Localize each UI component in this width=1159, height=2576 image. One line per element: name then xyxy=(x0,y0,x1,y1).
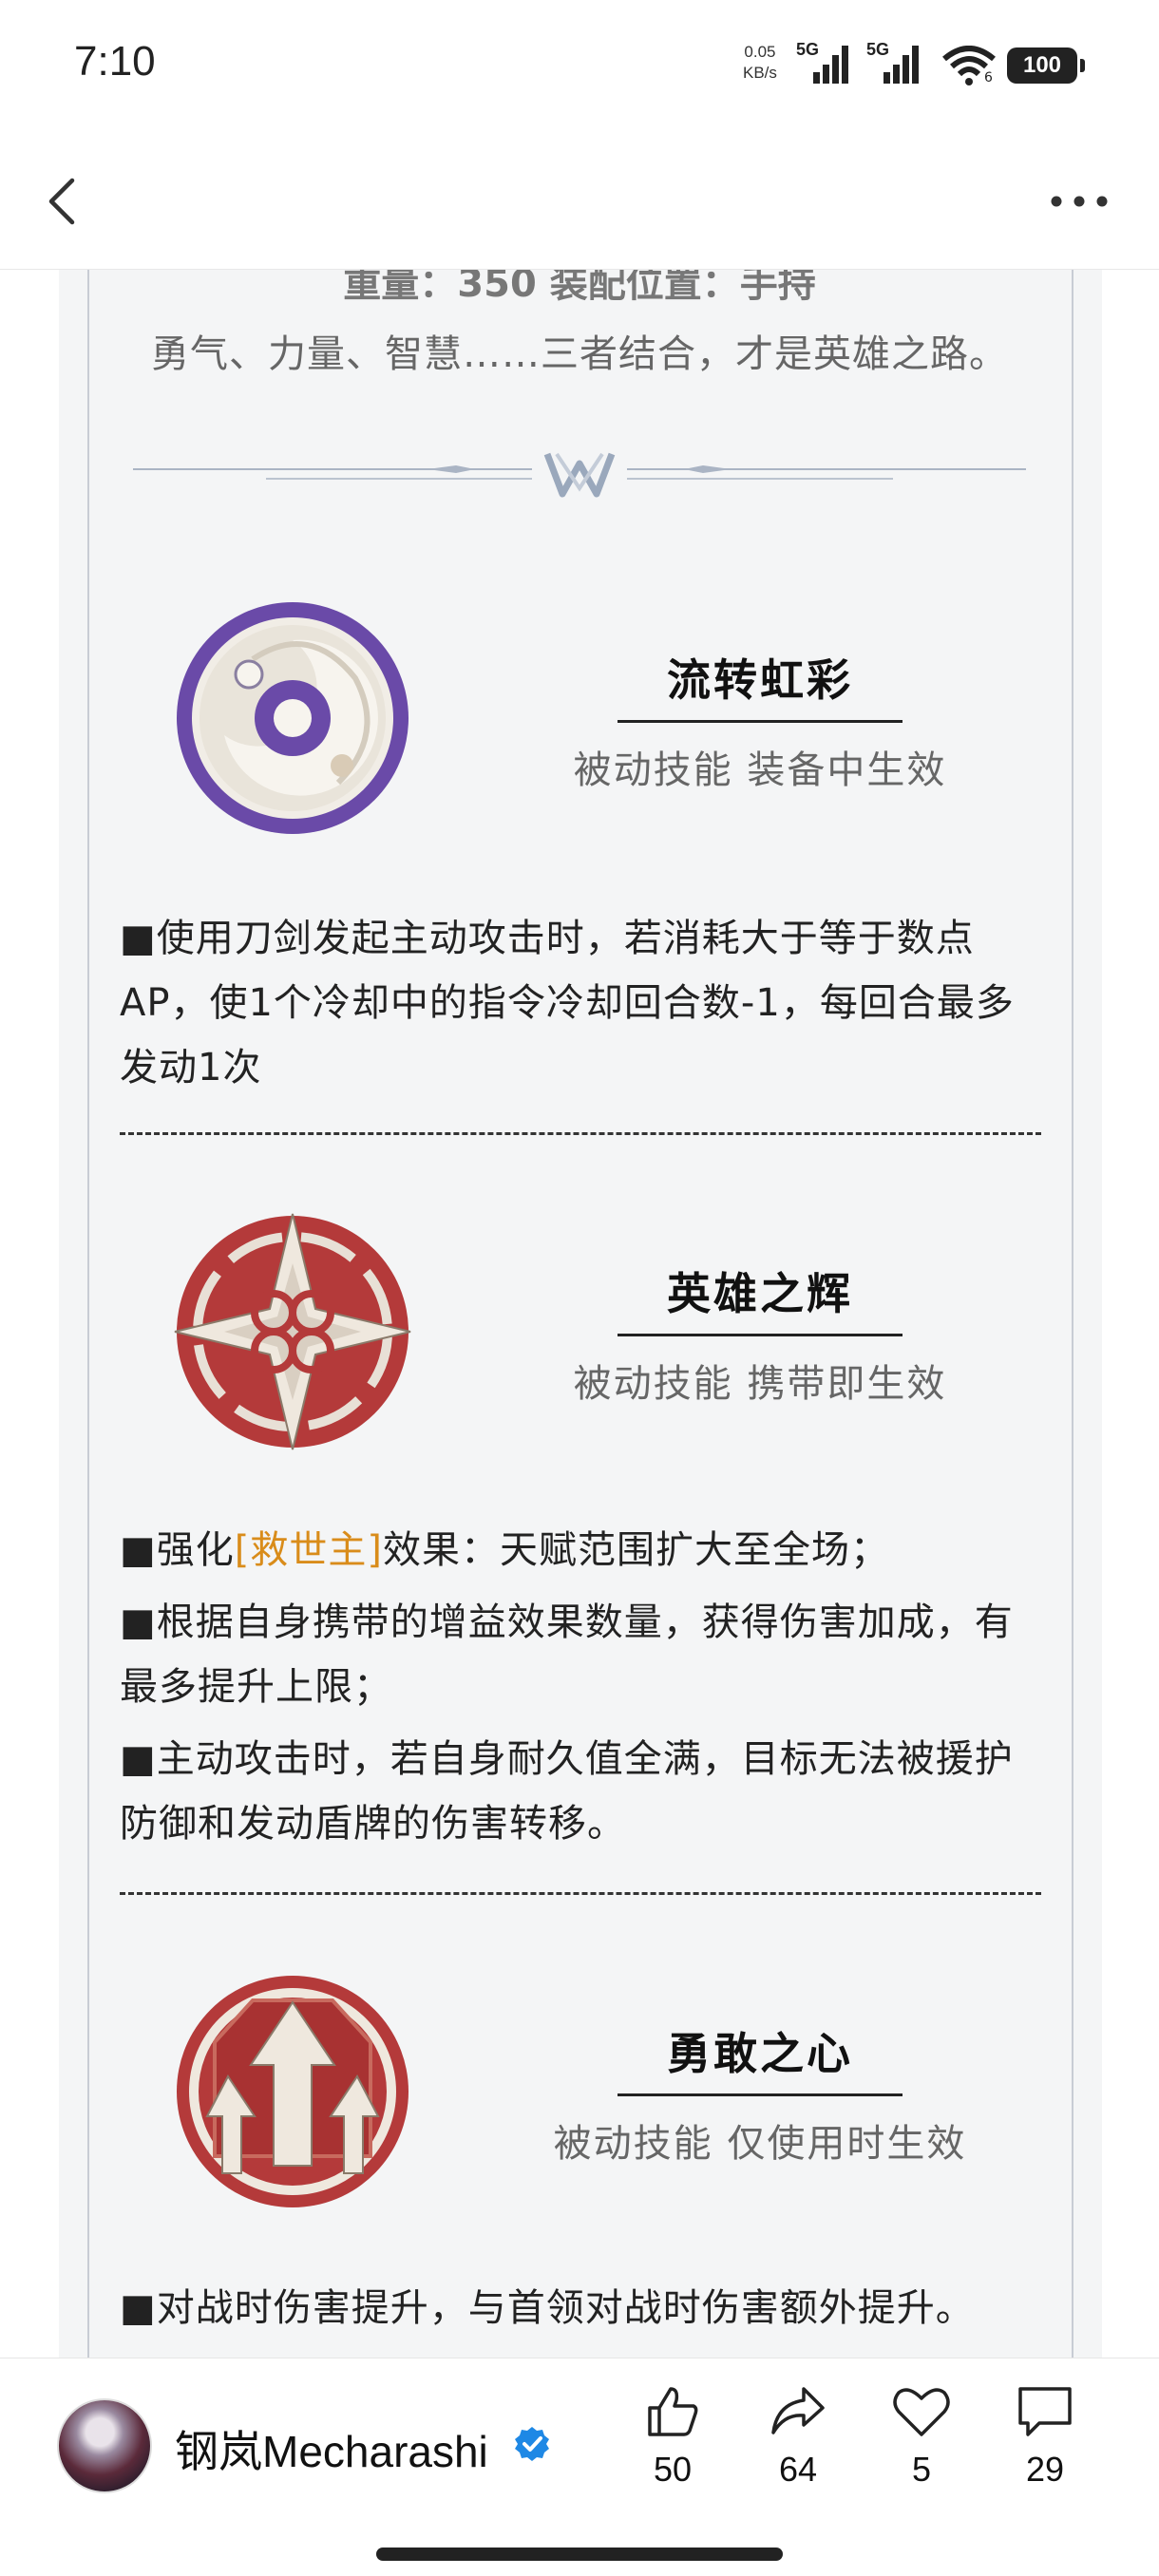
chevron-left-icon xyxy=(48,178,75,225)
comment-button[interactable]: 29 xyxy=(998,2381,1092,2490)
like-count: 50 xyxy=(653,2450,693,2489)
cell-signal-1-label: 5G xyxy=(796,40,820,59)
item-flavor-text: 勇气、力量、智慧……三者结合，才是英雄之路。 xyxy=(151,332,1008,376)
network-speed-unit: KB/s xyxy=(743,64,777,82)
like-button[interactable]: 50 xyxy=(625,2381,720,2490)
skill-3-description: ■对战时伤害提升，与首领对战时伤害额外提升。 xyxy=(120,2286,975,2330)
skill-2-subtitle: 被动技能 携带即生效 xyxy=(573,1362,947,1406)
battery-indicator: 100 xyxy=(1007,47,1085,84)
dashed-divider xyxy=(120,1132,1041,1135)
status-time: 7:10 xyxy=(74,38,156,85)
home-indicator[interactable] xyxy=(376,2548,783,2561)
swirl-rainbow-icon xyxy=(177,602,408,834)
skill-2-desc1-prefix: ■强化 xyxy=(120,1528,235,1572)
network-speed: 0.05 KB/s xyxy=(743,42,777,84)
skill-3-subtitle: 被动技能 仅使用时生效 xyxy=(553,2122,967,2166)
bottom-action-bar: 钢岚Mecharashi 50 64 5 29 xyxy=(0,2358,1159,2576)
author-name[interactable]: 钢岚Mecharashi xyxy=(175,2417,488,2480)
skill-1-name: 流转虹彩 xyxy=(618,646,902,723)
skill-2-description-line1: ■强化[救世主]效果：天赋范围扩大至全场； xyxy=(120,1518,1041,1582)
share-count: 64 xyxy=(778,2450,818,2489)
skill-2-description-line3: ■主动攻击时，若自身耐久值全满，目标无法被援护防御和发动盾牌的伤害转移。 xyxy=(120,1737,1014,1846)
network-speed-value: 0.05 xyxy=(744,43,776,61)
share-button[interactable]: 64 xyxy=(750,2381,846,2490)
more-options-button[interactable] xyxy=(1043,171,1115,232)
more-dots-icon xyxy=(1051,196,1108,207)
verified-badge-icon xyxy=(515,2427,549,2461)
ornament-divider-icon xyxy=(133,452,1026,498)
skill-1-subtitle: 被动技能 装备中生效 xyxy=(573,748,947,792)
comment-count: 29 xyxy=(1025,2450,1065,2489)
wifi-indicator: 6 xyxy=(940,46,998,91)
cell-signal-2: 5G xyxy=(866,40,923,91)
wifi-label: 6 xyxy=(984,70,993,85)
skill-2-description-line2: ■根据自身携带的增益效果数量，获得伤害加成，有最多提升上限； xyxy=(120,1601,1014,1709)
share-arrow-icon xyxy=(771,2387,825,2434)
skill-1-description: ■使用刀剑发起主动攻击时，若消耗大于等于数点AP，使1个冷却中的指令冷却回合数-… xyxy=(120,917,1015,1089)
savior-highlight-link[interactable]: [救世主] xyxy=(235,1528,383,1572)
back-button[interactable] xyxy=(34,171,95,232)
heart-icon xyxy=(893,2388,950,2436)
author-avatar[interactable] xyxy=(57,2398,152,2493)
skill-2-desc1-suffix: 效果：天赋范围扩大至全场； xyxy=(383,1528,890,1572)
article-content[interactable]: 重量：350 装配位置：手持 勇气、力量、智慧……三者结合，才是英雄之路。 流转… xyxy=(0,270,1159,2358)
skill-2-name: 英雄之辉 xyxy=(618,1260,902,1336)
weight-slot-line: 重量：350 装配位置：手持 xyxy=(343,270,816,306)
hero-radiance-icon xyxy=(174,1213,411,1450)
cell-signal-1: 5G xyxy=(796,40,853,91)
cell-signal-2-label: 5G xyxy=(866,40,890,59)
thumbs-up-icon xyxy=(648,2387,698,2436)
status-bar: 7:10 0.05 KB/s 5G 5G 6 100 xyxy=(0,0,1159,133)
brave-heart-icon xyxy=(177,1976,408,2207)
nav-bar xyxy=(0,133,1159,270)
favorite-count: 5 xyxy=(911,2450,932,2489)
favorite-button[interactable]: 5 xyxy=(874,2381,969,2490)
comment-bubble-icon xyxy=(1018,2387,1072,2436)
dashed-divider xyxy=(120,1892,1041,1895)
skill-3-name: 勇敢之心 xyxy=(618,2019,902,2096)
